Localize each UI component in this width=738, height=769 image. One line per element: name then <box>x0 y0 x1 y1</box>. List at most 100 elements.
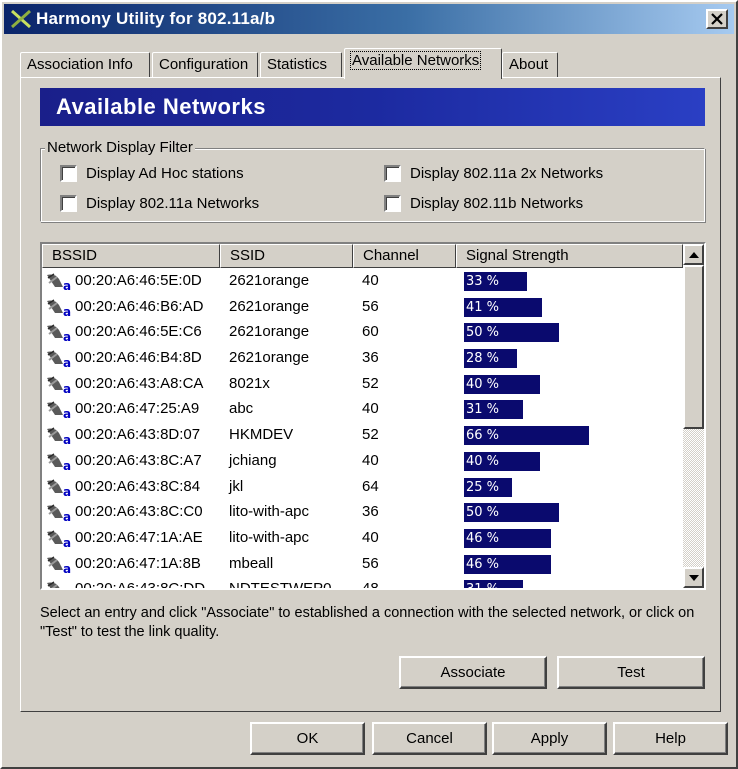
ssid-cell: jkl <box>229 477 244 495</box>
channel-cell: 56 <box>362 297 379 315</box>
display-80211a-2x-checkbox[interactable]: Display 802.11a 2x Networks <box>384 165 603 182</box>
channel-cell: 40 <box>362 528 379 546</box>
table-row[interactable]: a 00:20:A6:43:8C:A7 jchiang 40 40 % <box>42 448 683 474</box>
access-point-a-icon: a <box>47 324 71 342</box>
ok-button[interactable]: OK <box>250 722 365 755</box>
title-bar[interactable]: Harmony Utility for 802.11a/b <box>4 4 734 34</box>
bssid-cell: 00:20:A6:46:B4:8D <box>75 349 202 367</box>
channel-cell: 48 <box>362 576 379 588</box>
channel-cell: 36 <box>362 349 379 367</box>
help-button-label: Help <box>655 730 686 747</box>
bssid-cell: 00:20:A6:43:8C:DD <box>75 576 205 588</box>
bssid-cell: 00:20:A6:46:5E:0D <box>75 272 202 289</box>
arrow-up-icon <box>688 251 699 258</box>
signal-strength-bar: 28 % <box>464 349 517 369</box>
page-title: Available Networks <box>40 88 705 126</box>
channel-cell: 40 <box>362 272 379 289</box>
cancel-button[interactable]: Cancel <box>372 722 487 755</box>
table-row[interactable]: a 00:20:A6:43:8C:DD NDTESTWEP0 48 31 % <box>42 576 683 588</box>
x-logo-icon <box>11 9 31 29</box>
svg-text:a: a <box>63 587 71 588</box>
ssid-cell: jchiang <box>229 451 277 469</box>
svg-text:a: a <box>63 407 71 419</box>
scroll-thumb[interactable] <box>683 265 704 429</box>
ssid-cell: mbeall <box>229 554 274 572</box>
networks-list[interactable]: BSSID SSID Channel Signal Strength a 00:2… <box>40 242 706 590</box>
svg-text:a: a <box>63 330 71 342</box>
available-networks-panel: Available Networks Network Display Filte… <box>20 77 721 712</box>
column-header-ssid[interactable]: SSID <box>220 244 353 268</box>
bssid-cell: 00:20:A6:47:1A:AE <box>75 528 203 546</box>
checkbox-box[interactable] <box>384 195 401 212</box>
column-header-bssid[interactable]: BSSID <box>42 244 220 268</box>
table-row[interactable]: a 00:20:A6:43:8C:84 jkl 64 25 % <box>42 474 683 500</box>
apply-button[interactable]: Apply <box>492 722 607 755</box>
checkbox-box[interactable] <box>60 165 77 182</box>
access-point-a-icon: a <box>47 350 71 368</box>
ssid-cell: 2621orange <box>229 272 310 289</box>
help-button[interactable]: Help <box>613 722 728 755</box>
checkbox-label: Display 802.11a Networks <box>86 195 260 212</box>
access-point-a-icon: a <box>47 555 71 574</box>
arrow-down-icon <box>688 574 699 581</box>
channel-cell: 56 <box>362 554 379 572</box>
signal-strength-bar: 40 % <box>464 451 540 471</box>
ssid-cell: HKMDEV <box>229 426 294 444</box>
column-header-channel[interactable]: Channel <box>353 244 456 268</box>
associate-button-label: Associate <box>440 664 506 681</box>
svg-text:a: a <box>63 433 71 445</box>
checkbox-box[interactable] <box>60 195 77 212</box>
signal-strength-bar: 46 % <box>464 528 551 548</box>
associate-button[interactable]: Associate <box>399 656 547 689</box>
tab-label: Configuration <box>159 56 249 73</box>
list-rows: a 00:20:A6:46:5E:0D 2621orange 40 33 % a 00:20… <box>42 268 683 588</box>
tab-statistics[interactable]: Statistics <box>260 52 342 79</box>
table-row[interactable]: a 00:20:A6:46:5E:0D 2621orange 40 33 % <box>42 268 683 294</box>
signal-strength-bar: 25 % <box>464 477 512 497</box>
table-row[interactable]: a 00:20:A6:46:5E:C6 2621orange 60 50 % <box>42 319 683 345</box>
ssid-cell: lito-with-apc <box>229 528 310 546</box>
tab-about[interactable]: About <box>502 52 558 79</box>
tab-label: Available Networks <box>349 51 482 70</box>
vertical-scrollbar[interactable] <box>683 244 704 588</box>
bssid-cell: 00:20:A6:46:B6:AD <box>75 297 204 315</box>
display-80211b-checkbox[interactable]: Display 802.11b Networks <box>384 195 583 212</box>
table-row[interactable]: a 00:20:A6:47:1A:AE lito-with-apc 40 46 % <box>42 525 683 551</box>
table-row[interactable]: a 00:20:A6:43:8D:07 HKMDEV 52 66 % <box>42 422 683 448</box>
access-point-a-icon: a <box>47 478 71 497</box>
svg-text:a: a <box>63 279 71 291</box>
svg-text:a: a <box>63 459 71 471</box>
signal-strength-bar: 50 % <box>464 323 559 343</box>
test-button[interactable]: Test <box>557 656 705 689</box>
checkbox-box[interactable] <box>384 165 401 182</box>
scroll-down-button[interactable] <box>683 567 704 588</box>
tab-configuration[interactable]: Configuration <box>152 52 258 79</box>
scroll-up-button[interactable] <box>683 244 704 265</box>
channel-cell: 40 <box>362 400 379 418</box>
ssid-cell: 8021x <box>229 374 270 392</box>
bssid-cell: 00:20:A6:47:25:A9 <box>75 400 200 418</box>
table-row[interactable]: a 00:20:A6:43:A8:CA 8021x 52 40 % <box>42 371 683 397</box>
window-title: Harmony Utility for 802.11a/b <box>36 9 276 28</box>
checkbox-label: Display Ad Hoc stations <box>86 165 244 182</box>
tab-available-networks[interactable]: Available Networks <box>344 48 502 79</box>
table-row[interactable]: a 00:20:A6:46:B4:8D 2621orange 36 28 % <box>42 345 683 371</box>
channel-cell: 36 <box>362 503 379 521</box>
table-row[interactable]: a 00:20:A6:46:B6:AD 2621orange 56 41 % <box>42 294 683 320</box>
signal-strength-bar: 31 % <box>464 400 523 420</box>
table-row[interactable]: a 00:20:A6:43:8C:C0 lito-with-apc 36 50 % <box>42 499 683 525</box>
tab-association-info[interactable]: Association Info <box>20 52 150 79</box>
access-point-a-icon: a <box>47 453 71 471</box>
display-ad-hoc-checkbox[interactable]: Display Ad Hoc stations <box>60 165 244 182</box>
column-header-signal-strength[interactable]: Signal Strength <box>456 244 683 268</box>
table-row[interactable]: a 00:20:A6:47:25:A9 abc 40 31 % <box>42 396 683 422</box>
access-point-a-icon: a <box>47 581 71 588</box>
close-button[interactable] <box>706 9 728 29</box>
svg-text:a: a <box>63 305 71 317</box>
networks-list-viewport: BSSID SSID Channel Signal Strength a 00:2… <box>42 244 683 588</box>
bssid-cell: 00:20:A6:43:8C:84 <box>75 477 201 495</box>
access-point-a-icon: a <box>47 427 71 445</box>
tab-label: Statistics <box>267 56 328 73</box>
table-row[interactable]: a 00:20:A6:47:1A:8B mbeall 56 46 % <box>42 551 683 577</box>
display-80211a-checkbox[interactable]: Display 802.11a Networks <box>60 195 259 212</box>
